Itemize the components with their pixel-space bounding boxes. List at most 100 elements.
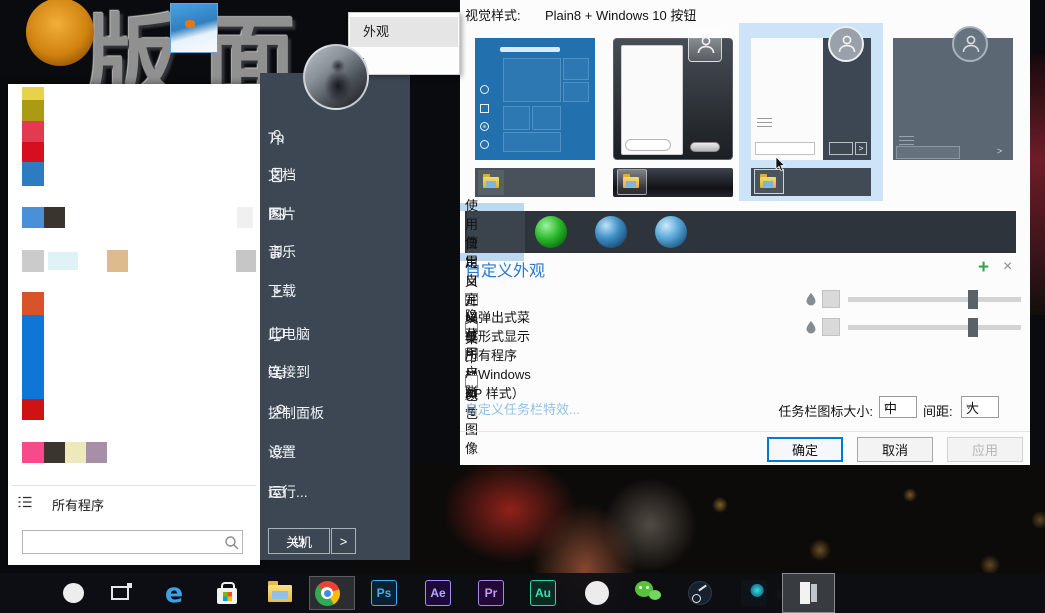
color-swatch[interactable] xyxy=(822,318,840,336)
start-style-orb-win7[interactable] xyxy=(595,216,627,248)
audition-button[interactable]: Au xyxy=(523,573,563,613)
chrome-button[interactable] xyxy=(307,573,347,613)
chevron-down-icon: ˅ xyxy=(966,402,972,412)
premiere-button[interactable]: Pr xyxy=(471,573,511,613)
droplet-icon xyxy=(806,321,816,334)
all-programs-button[interactable]: 所有程序 xyxy=(8,488,260,518)
settings-dialog: 视觉样式: Plain8 + Windows 10 按钮 > > 自定义外观 +… xyxy=(460,0,1030,465)
droplet-icon xyxy=(806,293,816,306)
app-tile[interactable] xyxy=(22,142,44,162)
chrome-icon xyxy=(314,580,340,606)
theme-preview-classic[interactable]: > xyxy=(893,38,1013,160)
list-icon xyxy=(757,118,772,128)
menu-item-control-panel[interactable]: 控制面板 xyxy=(268,402,406,424)
task-view-button[interactable] xyxy=(100,573,140,613)
app-tile[interactable] xyxy=(237,207,253,228)
app-tile[interactable] xyxy=(22,292,44,315)
menu-item-label: Tp xyxy=(268,129,285,145)
after-effects-icon: Ae xyxy=(425,580,451,606)
visual-style-value: Plain8 + Windows 10 按钮 xyxy=(545,8,697,23)
app-tile[interactable] xyxy=(44,442,65,463)
app-tile[interactable] xyxy=(22,87,44,100)
folder-icon xyxy=(483,174,499,188)
app-tile[interactable] xyxy=(107,250,128,272)
search-box xyxy=(896,146,960,159)
taskbar-effects-link[interactable]: 自定义任务栏特效... xyxy=(465,399,580,418)
photoshop-button[interactable]: Ps xyxy=(364,573,404,613)
color-slider[interactable] xyxy=(848,318,1021,337)
user-avatar[interactable] xyxy=(303,44,369,110)
slider-thumb[interactable] xyxy=(968,318,978,337)
white-circle-app-button[interactable] xyxy=(577,573,617,613)
folder-icon xyxy=(268,580,292,602)
file-explorer-button[interactable] xyxy=(260,573,300,613)
menu-item-label: 连接到 xyxy=(268,364,310,380)
menu-item-pictures[interactable]: 图片 xyxy=(268,203,406,225)
app-tile[interactable] xyxy=(22,121,44,142)
icon-size-select[interactable]: 中 ˅ xyxy=(879,396,917,418)
app-tile[interactable] xyxy=(236,250,256,272)
context-menu-item-appearance[interactable]: 外观 xyxy=(350,17,458,47)
app-tile[interactable] xyxy=(48,252,78,270)
app-tile[interactable] xyxy=(65,442,86,463)
plus-icon[interactable]: + xyxy=(978,257,989,279)
list-icon xyxy=(899,136,914,146)
start-button[interactable] xyxy=(4,573,44,613)
menu-item-label: 设置 xyxy=(268,444,296,460)
color-swatch[interactable] xyxy=(822,290,840,308)
checkbox-label: 隐藏用户账号图像 xyxy=(465,308,479,456)
taskbar-preview-win10[interactable] xyxy=(475,168,595,197)
spacing-select[interactable]: 大 ˅ xyxy=(961,396,999,418)
search-input[interactable] xyxy=(27,532,217,552)
menu-item-run[interactable]: 运行... xyxy=(268,481,406,503)
slider-thumb[interactable] xyxy=(968,290,978,309)
windows-flag-icon xyxy=(605,226,618,239)
menu-item-label: 下载 xyxy=(268,283,296,299)
cancel-button[interactable]: 取消 xyxy=(857,437,933,462)
app-tile[interactable] xyxy=(22,162,44,186)
store-button[interactable] xyxy=(207,573,247,613)
menu-item-documents[interactable]: 文档 xyxy=(268,164,406,186)
active-app-window-button[interactable] xyxy=(782,573,835,613)
menu-item-label: 图片 xyxy=(268,206,296,222)
taskbar-preview-aero[interactable] xyxy=(613,168,733,197)
menu-item-connect-to[interactable]: 连接到 xyxy=(268,361,406,383)
app-tile[interactable] xyxy=(22,442,44,463)
steam-button[interactable] xyxy=(680,573,720,613)
close-icon[interactable]: × xyxy=(1003,258,1012,276)
ok-button[interactable]: 确定 xyxy=(767,437,843,462)
app-tile[interactable] xyxy=(22,399,44,420)
start-style-orb-classic[interactable] xyxy=(655,216,687,248)
color-slider[interactable] xyxy=(848,290,1021,309)
app-tile[interactable] xyxy=(22,100,44,121)
menu-item-settings[interactable]: 设置 xyxy=(268,441,406,463)
after-effects-button[interactable]: Ae xyxy=(418,573,458,613)
avatar-badge xyxy=(952,26,988,62)
taskbar-preview-plain[interactable] xyxy=(751,168,871,196)
apps-panel: 所有程序 xyxy=(8,84,260,565)
user-icon xyxy=(480,85,489,94)
shutdown-expand-button[interactable]: > xyxy=(331,528,356,554)
shutdown-button[interactable]: 关机 xyxy=(268,528,330,554)
windows-logo-icon xyxy=(486,222,506,242)
app-tile[interactable] xyxy=(44,207,65,228)
wechat-button[interactable] xyxy=(628,573,668,613)
app-tile[interactable] xyxy=(22,250,44,272)
menu-item-downloads[interactable]: 下载 xyxy=(268,280,406,302)
menu-item-this-pc[interactable]: 此电脑 xyxy=(268,323,406,345)
app-tile[interactable] xyxy=(22,315,44,399)
app-tile[interactable] xyxy=(22,207,44,228)
edge-button[interactable]: e xyxy=(154,573,194,613)
cortana-button[interactable] xyxy=(53,573,93,613)
search-box xyxy=(755,142,815,155)
theme-preview-win10[interactable] xyxy=(475,38,595,160)
cortana-icon xyxy=(62,583,84,603)
app-tile[interactable] xyxy=(86,442,107,463)
start-style-orb-green[interactable] xyxy=(535,216,567,248)
menu-item-user[interactable]: Tp xyxy=(268,126,406,148)
media-app-button[interactable] xyxy=(734,573,774,613)
menu-item-music[interactable]: 音乐 xyxy=(268,241,406,263)
search-icon xyxy=(225,536,239,550)
shutdown-button xyxy=(690,142,720,152)
divider xyxy=(12,485,256,486)
